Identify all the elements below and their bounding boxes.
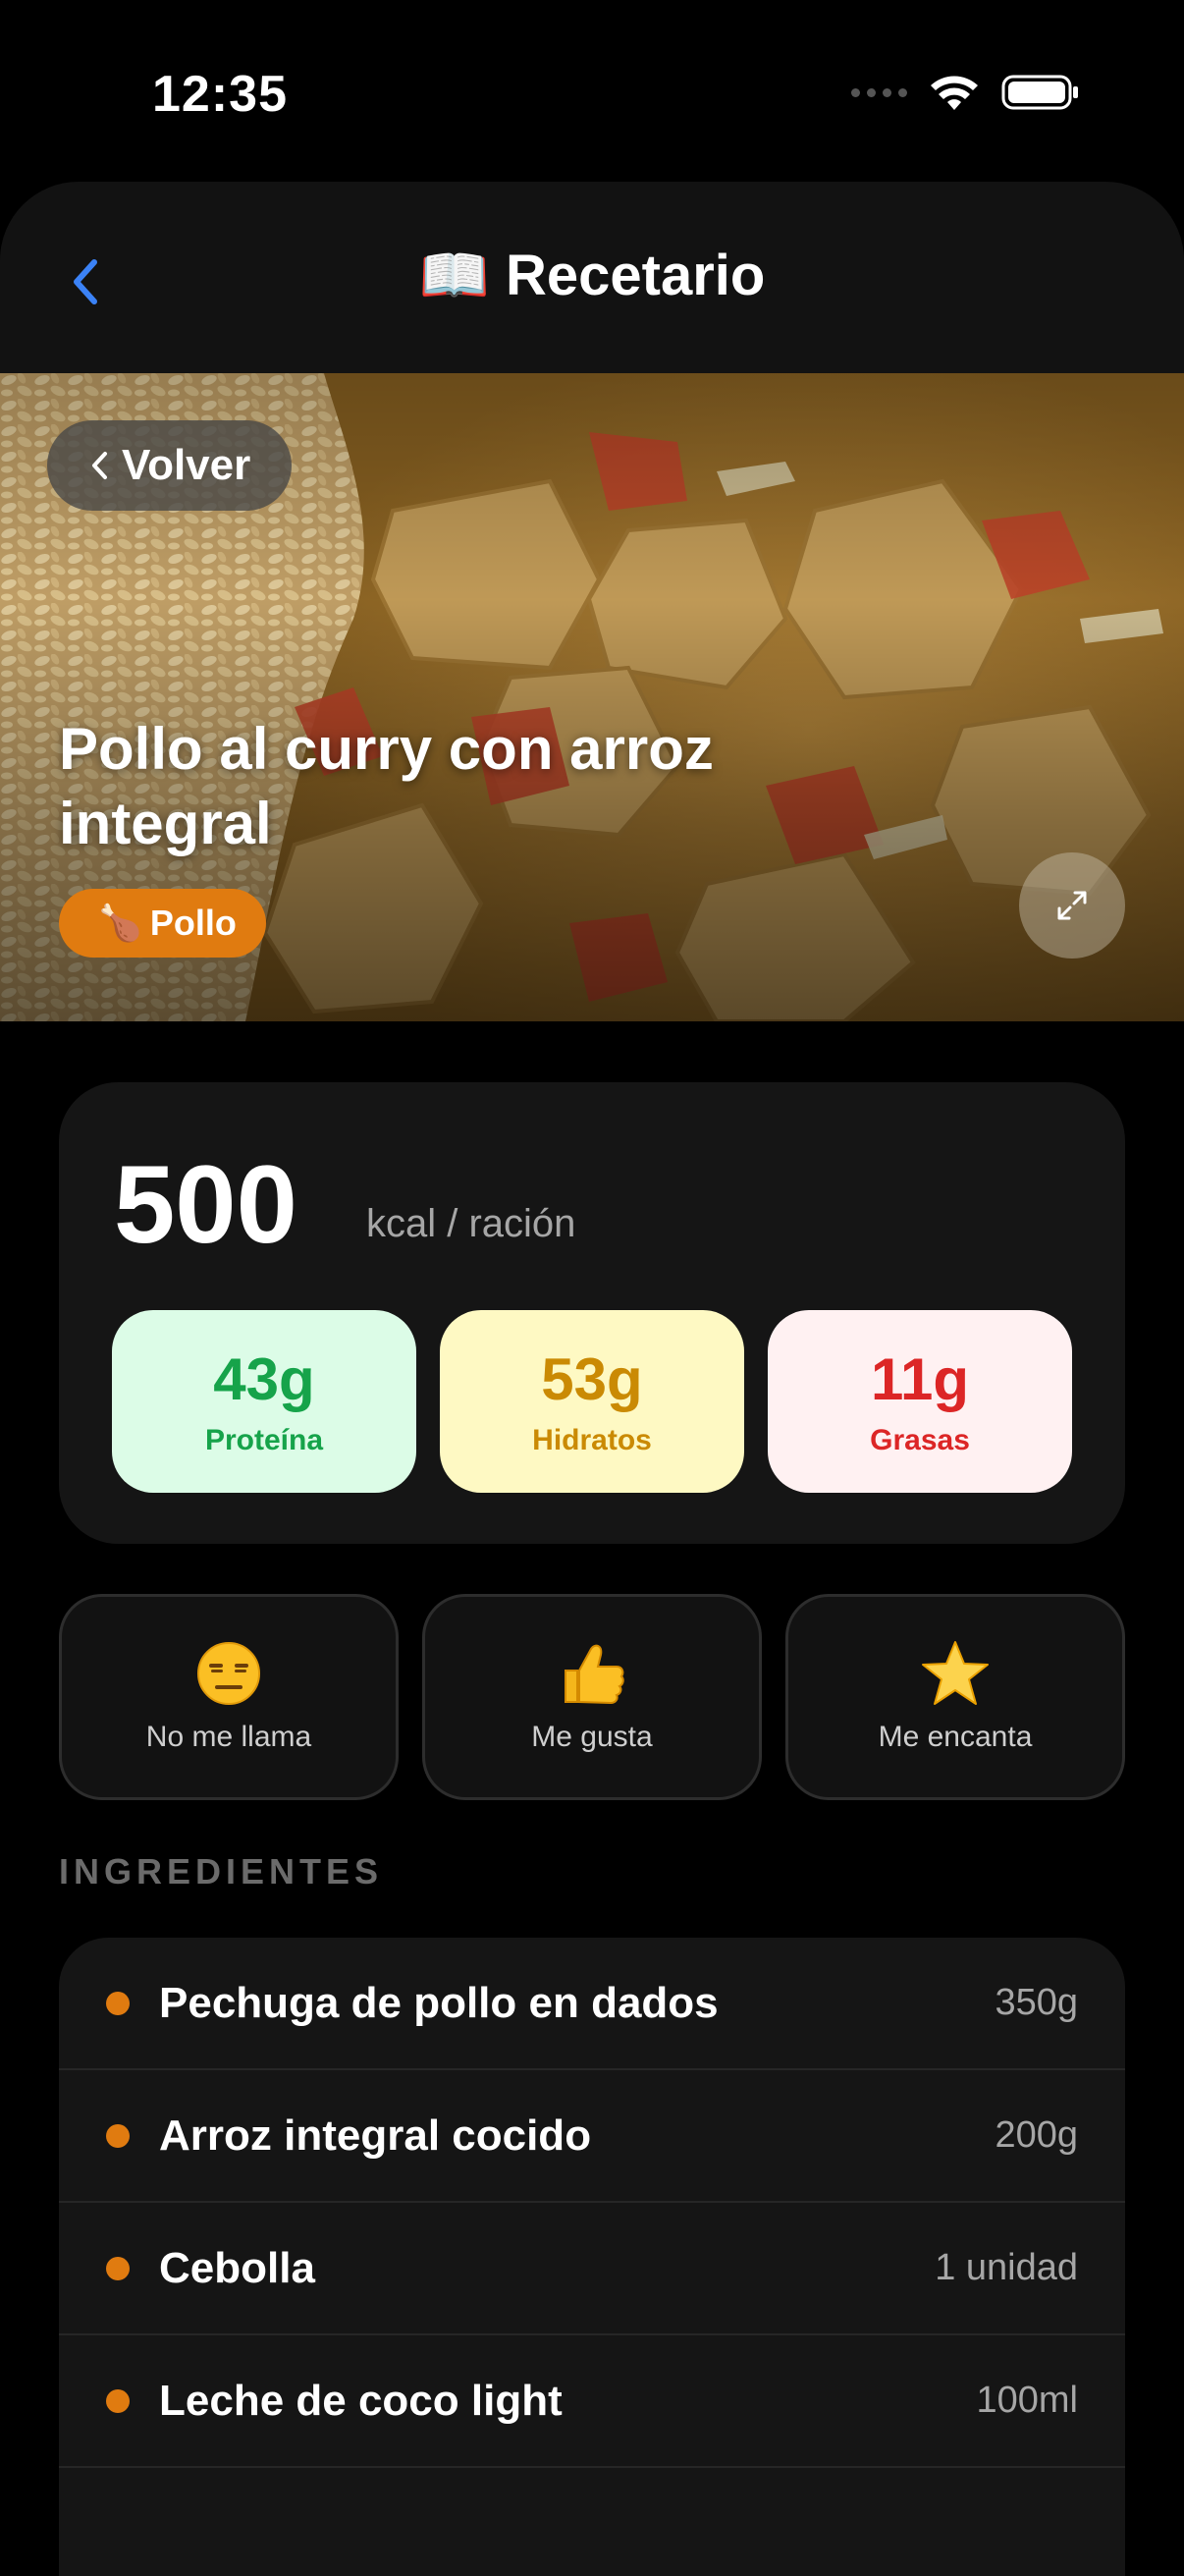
recipe-title: Pollo al curry con arroz integral [59, 716, 714, 856]
category-badge: 🍗 Pollo [59, 889, 266, 958]
ingredient-row: Cebolla 1 unidad [59, 2203, 1125, 2335]
ingredient-qty: 200g [995, 2114, 1078, 2156]
bullet-dot [106, 2123, 130, 2148]
ingredients-list: Pechuga de pollo en dados 350g Arroz int… [59, 1938, 1125, 2576]
macro-value: 53g [541, 1346, 643, 1412]
nutrition-card: 500 kcal / ración 43g Proteína 53g Hidra… [59, 1082, 1125, 1544]
nav-title: 📖 Recetario [418, 244, 766, 307]
bullet-dot [106, 2256, 130, 2280]
ingredients-heading: INGREDIENTES [59, 1851, 384, 1891]
rating-label: Me gusta [531, 1721, 653, 1753]
wifi-icon [931, 76, 978, 110]
rating-label: Me encanta [878, 1721, 1033, 1753]
ingredient-name: Cebolla [159, 2243, 315, 2292]
category-label: Pollo [149, 903, 237, 943]
ingredient-name: Pechuga de pollo en dados [159, 1978, 719, 2027]
kcal-value: 500 [114, 1143, 297, 1266]
ingredient-row: Pechuga de pollo en dados 350g [59, 1938, 1125, 2070]
rating-like-button[interactable]: Me gusta [422, 1594, 762, 1800]
chevron-left-icon [92, 452, 107, 479]
macro-value: 11g [870, 1346, 970, 1412]
expand-image-button[interactable] [1019, 852, 1125, 959]
back-button-label: Volver [122, 441, 251, 489]
macro-carbs: 53g Hidratos [440, 1310, 744, 1493]
nav-bar: 📖 Recetario [0, 182, 1184, 373]
macro-fat: 11g Grasas [768, 1310, 1072, 1493]
rating-love-button[interactable]: Me encanta [785, 1594, 1125, 1800]
macro-value: 43g [213, 1346, 315, 1412]
ingredient-name: Leche de coco light [159, 2376, 563, 2425]
status-time: 12:35 [152, 66, 288, 123]
ingredient-row: Leche de coco light 100ml [59, 2335, 1125, 2468]
hero-image: Volver Pollo al curry con arroz integral… [0, 373, 1184, 1021]
expand-icon [1057, 891, 1087, 920]
recipe-sheet: 📖 Recetario Volver Pollo al curry con ar… [0, 182, 1184, 2576]
ingredient-qty: 100ml [976, 2380, 1079, 2421]
battery-icon [1001, 75, 1078, 110]
status-icons [851, 73, 1080, 112]
macro-label: Grasas [870, 1424, 970, 1456]
star-icon [920, 1638, 991, 1709]
ingredient-qty: 1 unidad [935, 2247, 1078, 2288]
thumbs-up-icon [558, 1638, 626, 1709]
ingredient-name: Arroz integral cocido [159, 2110, 592, 2160]
bullet-dot [106, 1991, 130, 2015]
macro-label: Hidratos [532, 1424, 652, 1456]
expressionless-face-icon [195, 1638, 262, 1709]
macro-label: Proteína [204, 1424, 324, 1456]
kcal-unit: kcal / ración [366, 1202, 576, 1245]
bullet-dot [106, 2388, 130, 2413]
cellular-signal-icon [851, 87, 907, 97]
macro-protein: 43g Proteína [112, 1310, 416, 1493]
ingredient-qty: 350g [995, 1982, 1078, 2023]
back-button[interactable]: Volver [47, 420, 293, 511]
status-bar: 12:35 [0, 0, 1184, 187]
rating-dislike-button[interactable]: No me llama [59, 1594, 399, 1800]
rating-label: No me llama [145, 1721, 312, 1753]
ingredient-row: Arroz integral cocido 200g [59, 2070, 1125, 2203]
chicken-leg-icon: 🍗 [98, 903, 142, 943]
